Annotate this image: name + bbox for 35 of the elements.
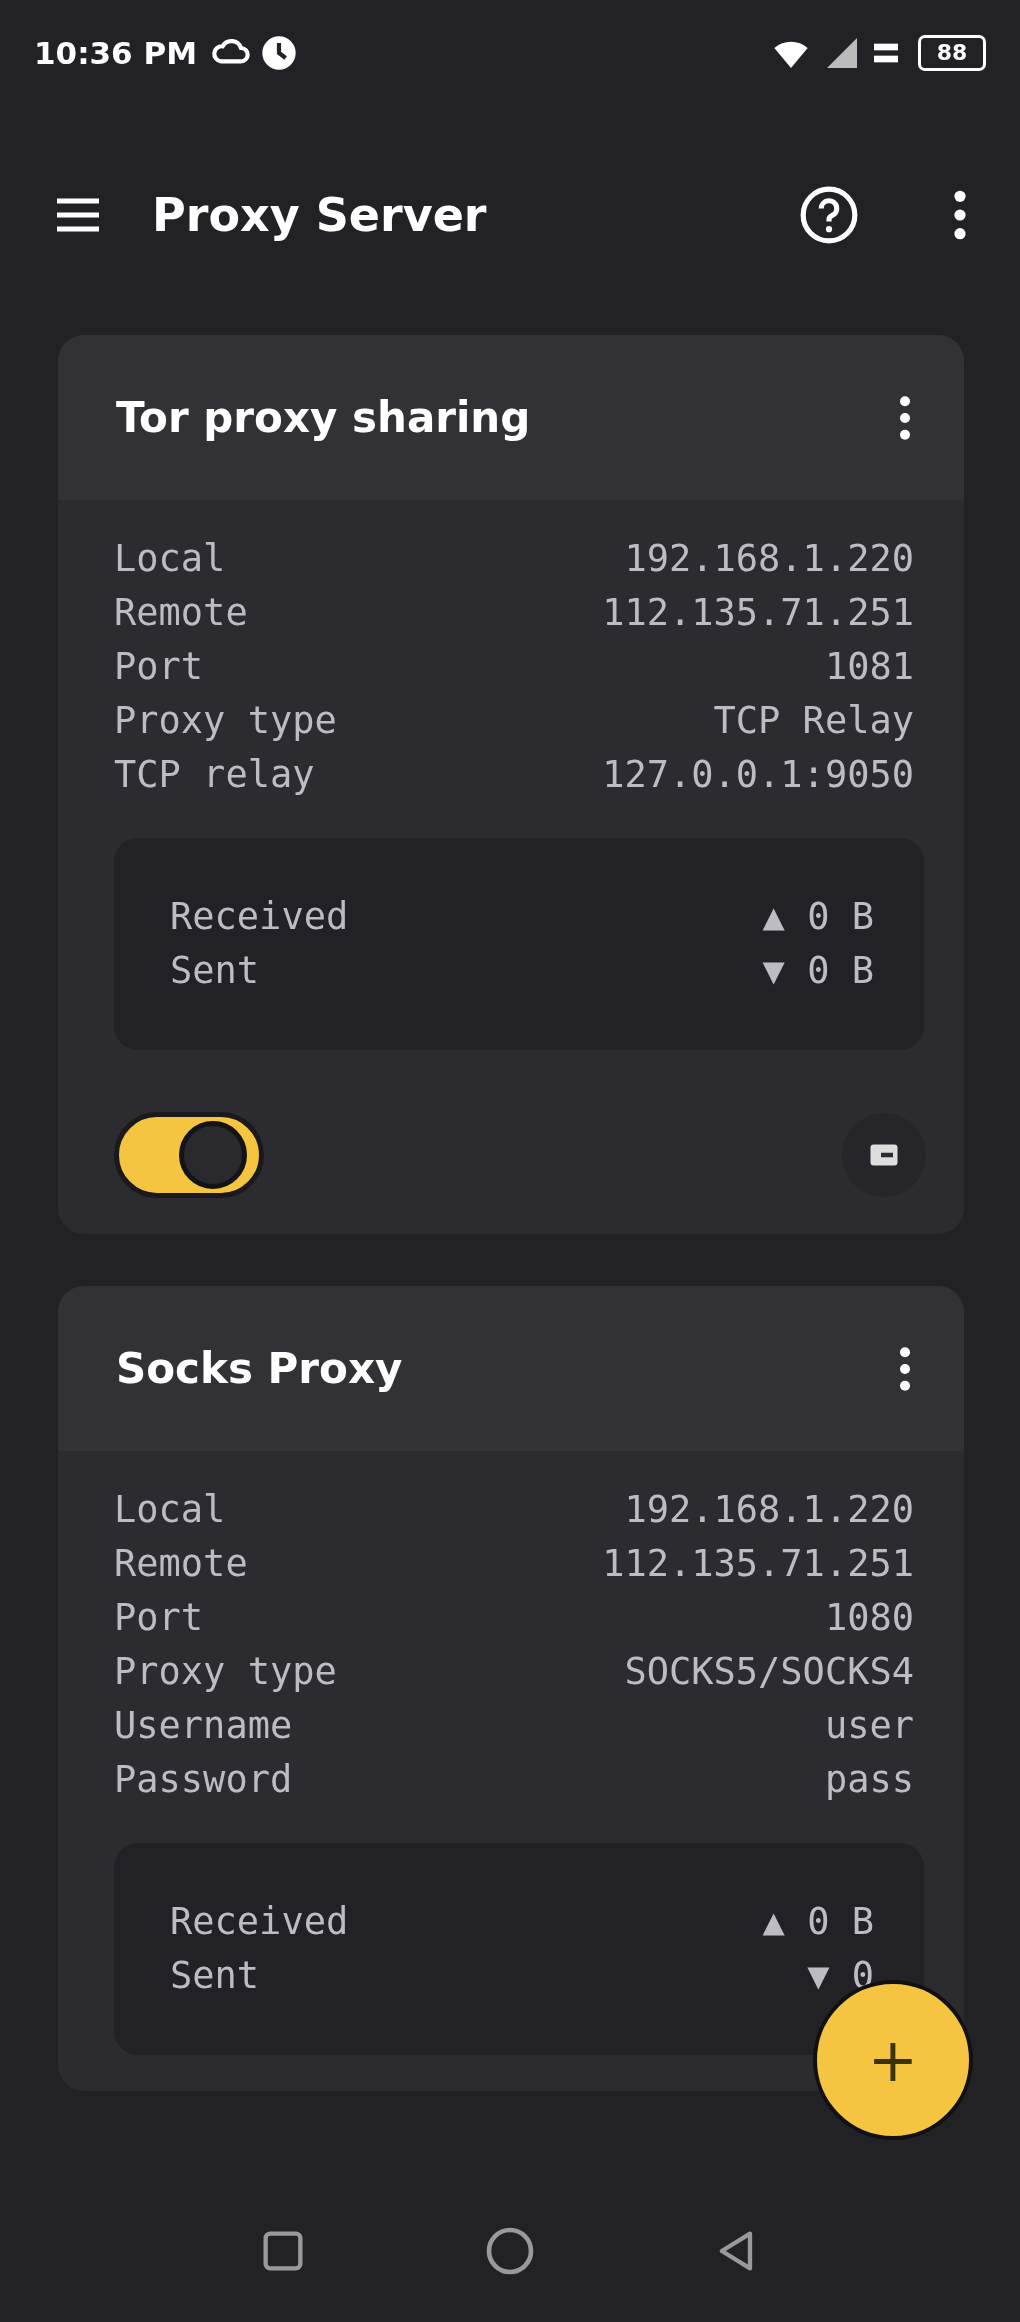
detail-label: Remote [114,1541,248,1587]
detail-value: 192.168.1.220 [624,536,914,582]
detail-value: 192.168.1.220 [624,1487,914,1533]
detail-label: Proxy type [114,698,337,744]
detail-label: Username [114,1703,293,1749]
detail-label: Local [114,536,226,582]
battery-level: 88 [936,40,968,65]
stat-label: Received [170,894,349,940]
help-icon[interactable] [798,184,860,246]
stat-label: Received [170,1899,349,1945]
card-title: Socks Proxy [116,1344,403,1393]
stat-value: ▲ 0 B [762,1899,874,1945]
detail-value: 1081 [824,644,914,690]
detail-value: 127.0.0.1:9050 [602,752,914,798]
detail-label: TCP relay [114,752,315,798]
detail-label: Port [114,644,204,690]
status-time: 10:36 PM [34,34,198,71]
detail-label: Remote [114,590,248,636]
detail-label: Password [114,1757,293,1803]
detail-value: user [824,1703,914,1749]
stat-value: ▼ 0 B [762,948,874,994]
detail-value: TCP Relay [713,698,914,744]
stat-label: Sent [170,948,260,994]
detail-value: pass [824,1757,914,1803]
detail-value: SOCKS5/SOCKS4 [624,1649,914,1695]
detail-label: Local [114,1487,226,1533]
app-title: Proxy Server [152,188,487,242]
detail-value: 112.135.71.251 [602,590,914,636]
stat-label: Sent [170,1953,260,1999]
detail-value: 112.135.71.251 [602,1541,914,1587]
detail-value: 1080 [824,1595,914,1641]
detail-label: Port [114,1595,204,1641]
stat-value: ▲ 0 B [762,894,874,940]
detail-label: Proxy type [114,1649,337,1695]
card-title: Tor proxy sharing [116,393,531,442]
